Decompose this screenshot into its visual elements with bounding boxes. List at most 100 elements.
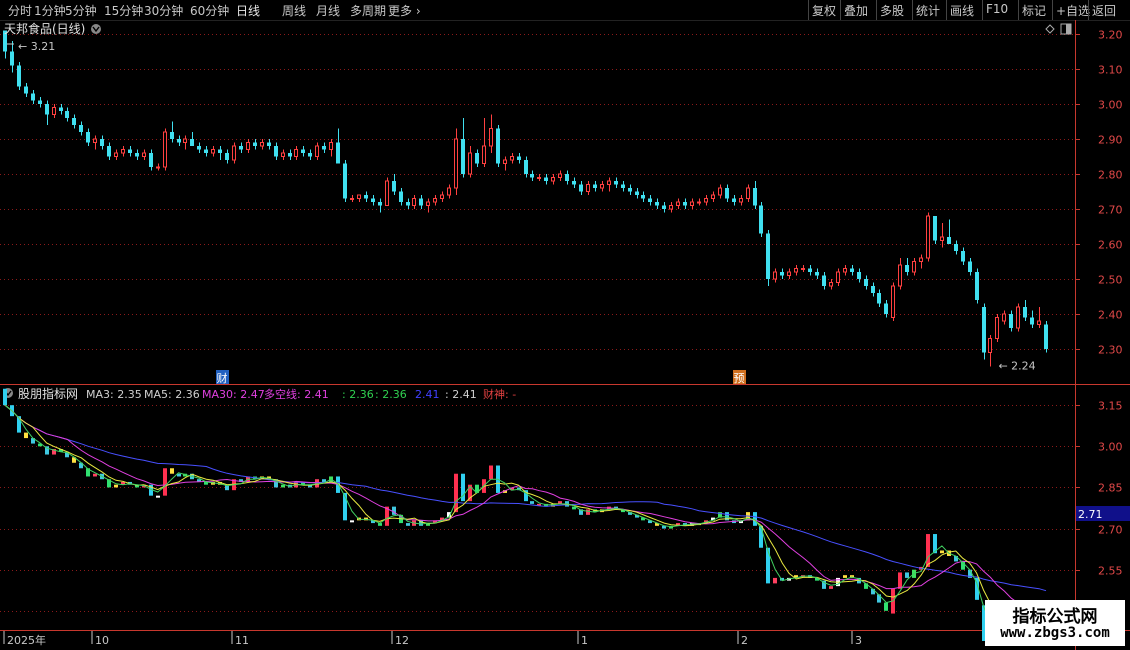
- candle-up[interactable]: [912, 261, 916, 273]
- candle-down[interactable]: [135, 153, 139, 157]
- candle-down[interactable]: [17, 65, 21, 87]
- diamond-icon[interactable]: [1045, 24, 1055, 34]
- candle-down[interactable]: [267, 142, 271, 147]
- candle-down[interactable]: [544, 177, 548, 182]
- candle-down[interactable]: [947, 237, 951, 244]
- candle-down[interactable]: [808, 268, 812, 273]
- candle-down[interactable]: [1023, 307, 1027, 318]
- candle-up[interactable]: [718, 187, 722, 196]
- candle-down[interactable]: [378, 202, 382, 206]
- candle-down[interactable]: [371, 198, 375, 203]
- candle-down[interactable]: [933, 216, 937, 241]
- candle-up[interactable]: [794, 268, 798, 273]
- candle-down[interactable]: [905, 265, 909, 272]
- candle-up[interactable]: [836, 271, 840, 283]
- candle-up[interactable]: [940, 236, 944, 241]
- candle-up[interactable]: [454, 138, 458, 189]
- candle-down[interactable]: [877, 293, 881, 304]
- toolbar-button-1[interactable]: 叠加: [844, 2, 868, 19]
- candle-down[interactable]: [641, 195, 645, 199]
- period-tab-3[interactable]: 15分钟: [104, 2, 143, 19]
- candle-up[interactable]: [1002, 313, 1006, 322]
- candle-up[interactable]: [669, 205, 673, 210]
- candle-up[interactable]: [52, 107, 56, 115]
- period-tab-4[interactable]: 30分钟: [144, 2, 183, 19]
- candle-up[interactable]: [156, 166, 160, 169]
- candle-down[interactable]: [177, 139, 181, 143]
- candle-down[interactable]: [38, 100, 42, 105]
- candle-up[interactable]: [607, 180, 611, 185]
- candle-down[interactable]: [635, 191, 639, 196]
- candle-down[interactable]: [204, 149, 208, 154]
- candle-down[interactable]: [107, 146, 111, 157]
- candle-down[interactable]: [218, 149, 222, 154]
- candle-down[interactable]: [815, 272, 819, 276]
- candle-down[interactable]: [766, 233, 770, 280]
- candle-down[interactable]: [128, 149, 132, 154]
- candle-up[interactable]: [440, 194, 444, 199]
- candle-down[interactable]: [725, 188, 729, 199]
- candle-up[interactable]: [801, 268, 805, 270]
- candle-up[interactable]: [260, 142, 264, 147]
- period-tab-6[interactable]: 日线: [236, 2, 260, 19]
- candle-down[interactable]: [884, 303, 888, 315]
- candle-up[interactable]: [586, 184, 590, 192]
- candle-down[interactable]: [565, 174, 569, 181]
- candle-up[interactable]: [246, 142, 250, 150]
- candle-down[interactable]: [419, 198, 423, 206]
- period-tab-9[interactable]: 多周期: [350, 2, 386, 19]
- candle-down[interactable]: [399, 191, 403, 203]
- candle-down[interactable]: [475, 153, 479, 164]
- candle-down[interactable]: [982, 307, 986, 353]
- candle-up[interactable]: [551, 177, 555, 182]
- candle-down[interactable]: [149, 153, 153, 167]
- candle-up[interactable]: [510, 156, 514, 161]
- candle-down[interactable]: [45, 104, 49, 115]
- candle-up[interactable]: [891, 285, 895, 318]
- candle-down[interactable]: [301, 149, 305, 154]
- period-tab-7[interactable]: 周线: [282, 2, 306, 19]
- candle-down[interactable]: [517, 156, 521, 161]
- candle-up[interactable]: [482, 145, 486, 164]
- candle-down[interactable]: [343, 163, 347, 199]
- candle-down[interactable]: [65, 111, 69, 118]
- candle-up[interactable]: [294, 149, 298, 157]
- candle-down[interactable]: [579, 184, 583, 192]
- toolbar-button-7[interactable]: +自选: [1056, 2, 1090, 19]
- candle-up[interactable]: [211, 149, 215, 154]
- candle-down[interactable]: [614, 181, 618, 185]
- candle-down[interactable]: [24, 86, 28, 94]
- candle-up[interactable]: [93, 138, 97, 143]
- candle-up[interactable]: [329, 142, 333, 150]
- candle-down[interactable]: [461, 139, 465, 174]
- candle-down[interactable]: [100, 139, 104, 146]
- candle-down[interactable]: [31, 93, 35, 101]
- candle-down[interactable]: [954, 244, 958, 251]
- period-tab-0[interactable]: 分时: [8, 2, 32, 19]
- candle-up[interactable]: [412, 198, 416, 206]
- candle-up[interactable]: [988, 338, 992, 353]
- candle-up[interactable]: [468, 152, 472, 175]
- candle-down[interactable]: [170, 132, 174, 139]
- candle-down[interactable]: [322, 146, 326, 150]
- candle-down[interactable]: [197, 146, 201, 150]
- candle-up[interactable]: [787, 271, 791, 276]
- candle-up[interactable]: [739, 198, 743, 203]
- candle-up[interactable]: [690, 201, 694, 206]
- candle-down[interactable]: [1009, 314, 1013, 328]
- candle-down[interactable]: [72, 118, 76, 125]
- toolbar-button-4[interactable]: 画线: [950, 2, 974, 19]
- candle-down[interactable]: [871, 286, 875, 293]
- candle-up[interactable]: [315, 145, 319, 157]
- candle-down[interactable]: [648, 198, 652, 203]
- candle-up[interactable]: [357, 194, 361, 199]
- candle-down[interactable]: [753, 188, 757, 206]
- candle-down[interactable]: [968, 261, 972, 273]
- candle-up[interactable]: [163, 131, 167, 168]
- candle-up[interactable]: [232, 145, 236, 161]
- candle-down[interactable]: [1030, 317, 1034, 325]
- candle-down[interactable]: [759, 205, 763, 234]
- candle-up[interactable]: [600, 184, 604, 189]
- candle-down[interactable]: [662, 205, 666, 210]
- kline-chart[interactable]: 3.20 3.10 3.00 2.90 2.80 2.70 2.60 2.50 2.40 2.30…: [0, 20, 1130, 650]
